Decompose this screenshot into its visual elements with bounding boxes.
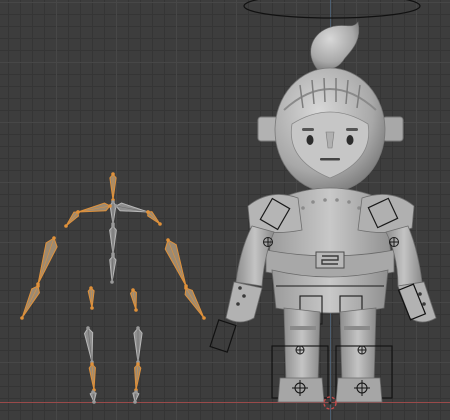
origin-cursor-icon[interactable] [323,396,337,410]
left-arm[interactable] [209,225,275,353]
3d-viewport[interactable] [0,0,450,420]
helmet-plume[interactable] [310,21,360,71]
right-arm[interactable] [385,225,437,323]
helmet[interactable] [274,67,386,193]
knight-character-model[interactable] [0,0,450,420]
